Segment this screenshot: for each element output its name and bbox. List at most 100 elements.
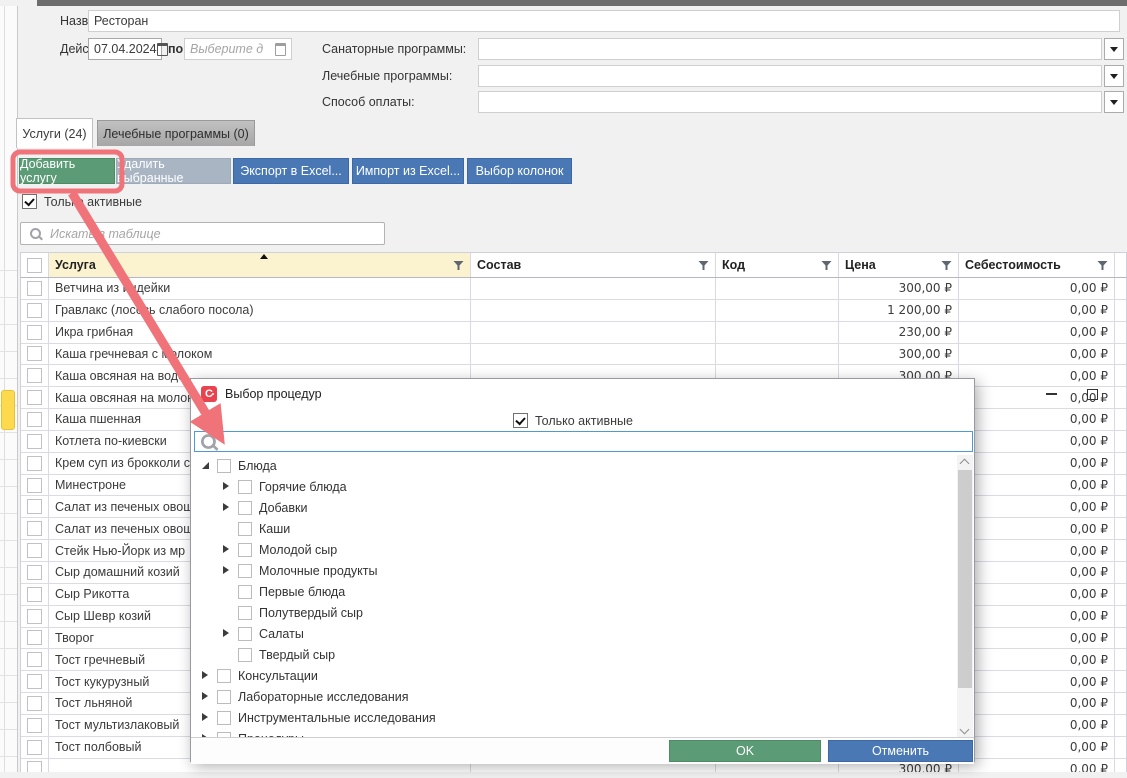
tree-scrollbar[interactable] <box>957 455 973 738</box>
scroll-down-icon[interactable] <box>960 725 970 735</box>
tree-item-checkbox[interactable] <box>238 564 252 578</box>
tree-expander-icon[interactable] <box>223 482 231 492</box>
column-header-service[interactable]: Услуга <box>49 253 471 277</box>
row-checkbox[interactable] <box>27 740 42 755</box>
table-row[interactable]: Ветчина из индейки 300,00 ₽ 0,00 ₽ <box>21 278 1126 300</box>
tree-item-checkbox[interactable] <box>217 669 231 683</box>
filter-icon[interactable] <box>453 260 464 271</box>
tree-item[interactable]: Лабораторные исследования <box>193 686 955 707</box>
table-search-input[interactable]: Искать в таблице <box>20 222 385 245</box>
dialog-only-active-checkbox[interactable] <box>513 413 528 428</box>
tree-item-checkbox[interactable] <box>238 627 252 641</box>
row-checkbox[interactable] <box>27 456 42 471</box>
select-all-checkbox[interactable] <box>27 258 42 273</box>
sanatorium-programs-combobox[interactable] <box>478 38 1102 60</box>
scrollbar-thumb[interactable] <box>958 470 972 688</box>
calendar-icon[interactable] <box>157 43 168 56</box>
cancel-button[interactable]: Отменить <box>828 740 973 762</box>
filter-icon[interactable] <box>698 260 709 271</box>
row-checkbox[interactable] <box>27 499 42 514</box>
treatment-programs-dropdown-button[interactable] <box>1104 65 1124 87</box>
column-header-composition[interactable]: Состав <box>471 253 716 277</box>
column-header-code[interactable]: Код <box>716 253 839 277</box>
tree-item-checkbox[interactable] <box>238 522 252 536</box>
filter-icon[interactable] <box>1097 260 1108 271</box>
tab-treatment-programs[interactable]: Лечебные программы (0) <box>97 120 255 146</box>
dialog-only-active-filter[interactable]: Только активные <box>513 413 633 428</box>
tree-expander-icon[interactable] <box>223 503 231 513</box>
tree-item[interactable]: Салаты <box>193 623 955 644</box>
payment-method-dropdown-button[interactable] <box>1104 91 1124 113</box>
payment-method-combobox[interactable] <box>478 91 1102 113</box>
row-checkbox[interactable] <box>27 761 42 772</box>
only-active-filter[interactable]: Только активные <box>22 194 142 209</box>
date-to-input[interactable]: Выберите д <box>184 38 292 60</box>
treatment-programs-combobox[interactable] <box>478 65 1102 87</box>
filter-icon[interactable] <box>821 260 832 271</box>
tree-expander-icon[interactable] <box>223 608 231 618</box>
dialog-titlebar[interactable]: C Выбор процедур <box>191 379 974 409</box>
tree-expander-icon[interactable] <box>202 671 210 681</box>
tree-item[interactable]: Первые блюда <box>193 581 955 602</box>
tree-expander-icon[interactable] <box>223 587 231 597</box>
row-checkbox[interactable] <box>27 630 42 645</box>
tree-item-checkbox[interactable] <box>217 711 231 725</box>
tree-item[interactable]: Горячие блюда <box>193 476 955 497</box>
export-excel-button[interactable]: Экспорт в Excel... <box>233 158 349 184</box>
choose-columns-button[interactable]: Выбор колонок <box>467 158 572 184</box>
tree-expander-icon[interactable] <box>223 545 231 555</box>
tree-expander-icon[interactable] <box>223 650 231 660</box>
row-checkbox[interactable] <box>27 412 42 427</box>
dialog-search-input[interactable] <box>194 431 973 452</box>
calendar-icon[interactable] <box>275 43 286 56</box>
row-checkbox[interactable] <box>27 325 42 340</box>
tree-expander-icon[interactable] <box>202 713 210 723</box>
row-checkbox[interactable] <box>27 434 42 449</box>
tree-item[interactable]: Добавки <box>193 497 955 518</box>
add-service-button[interactable]: Добавить услугу <box>19 158 115 184</box>
minimize-button[interactable] <box>1034 381 1068 407</box>
tree-item[interactable]: Молочные продукты <box>193 560 955 581</box>
row-checkbox[interactable] <box>27 718 42 733</box>
row-checkbox[interactable] <box>27 674 42 689</box>
tree-item[interactable]: Каши <box>193 518 955 539</box>
tree-expander-icon[interactable] <box>202 692 210 702</box>
name-input[interactable]: Ресторан <box>88 10 1120 32</box>
tab-services[interactable]: Услуги (24) <box>16 118 93 148</box>
tree-item-checkbox[interactable] <box>238 501 252 515</box>
tree-item-checkbox[interactable] <box>238 606 252 620</box>
table-row[interactable]: Икра грибная 230,00 ₽ 0,00 ₽ <box>21 322 1126 344</box>
row-checkbox[interactable] <box>27 478 42 493</box>
tree-item[interactable]: Консультации <box>193 665 955 686</box>
tree-item-checkbox[interactable] <box>238 480 252 494</box>
tree-item-checkbox[interactable] <box>238 543 252 557</box>
row-checkbox[interactable] <box>27 368 42 383</box>
tree-item[interactable]: Молодой сыр <box>193 539 955 560</box>
column-header-cost[interactable]: Себестоимость <box>959 253 1115 277</box>
ok-button[interactable]: OK <box>669 740 821 762</box>
filter-icon[interactable] <box>941 260 952 271</box>
table-row[interactable]: Гравлакс (лосось слабого посола) 1 200,0… <box>21 300 1126 322</box>
row-checkbox[interactable] <box>27 390 42 405</box>
tree-item[interactable]: Твердый сыр <box>193 644 955 665</box>
column-header-price[interactable]: Цена <box>839 253 959 277</box>
tree-expander-icon[interactable] <box>202 461 210 471</box>
tree-expander-icon[interactable] <box>223 566 231 576</box>
row-checkbox[interactable] <box>27 587 42 602</box>
maximize-button[interactable] <box>1075 381 1109 407</box>
tree-expander-icon[interactable] <box>223 524 231 534</box>
row-checkbox[interactable] <box>27 543 42 558</box>
scroll-up-icon[interactable] <box>960 459 970 469</box>
tree-item-checkbox[interactable] <box>217 459 231 473</box>
row-checkbox[interactable] <box>27 565 42 580</box>
row-checkbox[interactable] <box>27 346 42 361</box>
row-checkbox[interactable] <box>27 652 42 667</box>
row-checkbox[interactable] <box>27 696 42 711</box>
close-button[interactable] <box>1119 381 1127 407</box>
row-checkbox[interactable] <box>27 609 42 624</box>
row-checkbox[interactable] <box>27 521 42 536</box>
delete-selected-button[interactable]: Удалить выбранные <box>116 158 231 184</box>
table-row[interactable]: Каша гречневая с молоком 300,00 ₽ 0,00 ₽ <box>21 344 1126 366</box>
tree-item[interactable]: Блюда <box>193 455 955 476</box>
only-active-checkbox[interactable] <box>22 194 37 209</box>
